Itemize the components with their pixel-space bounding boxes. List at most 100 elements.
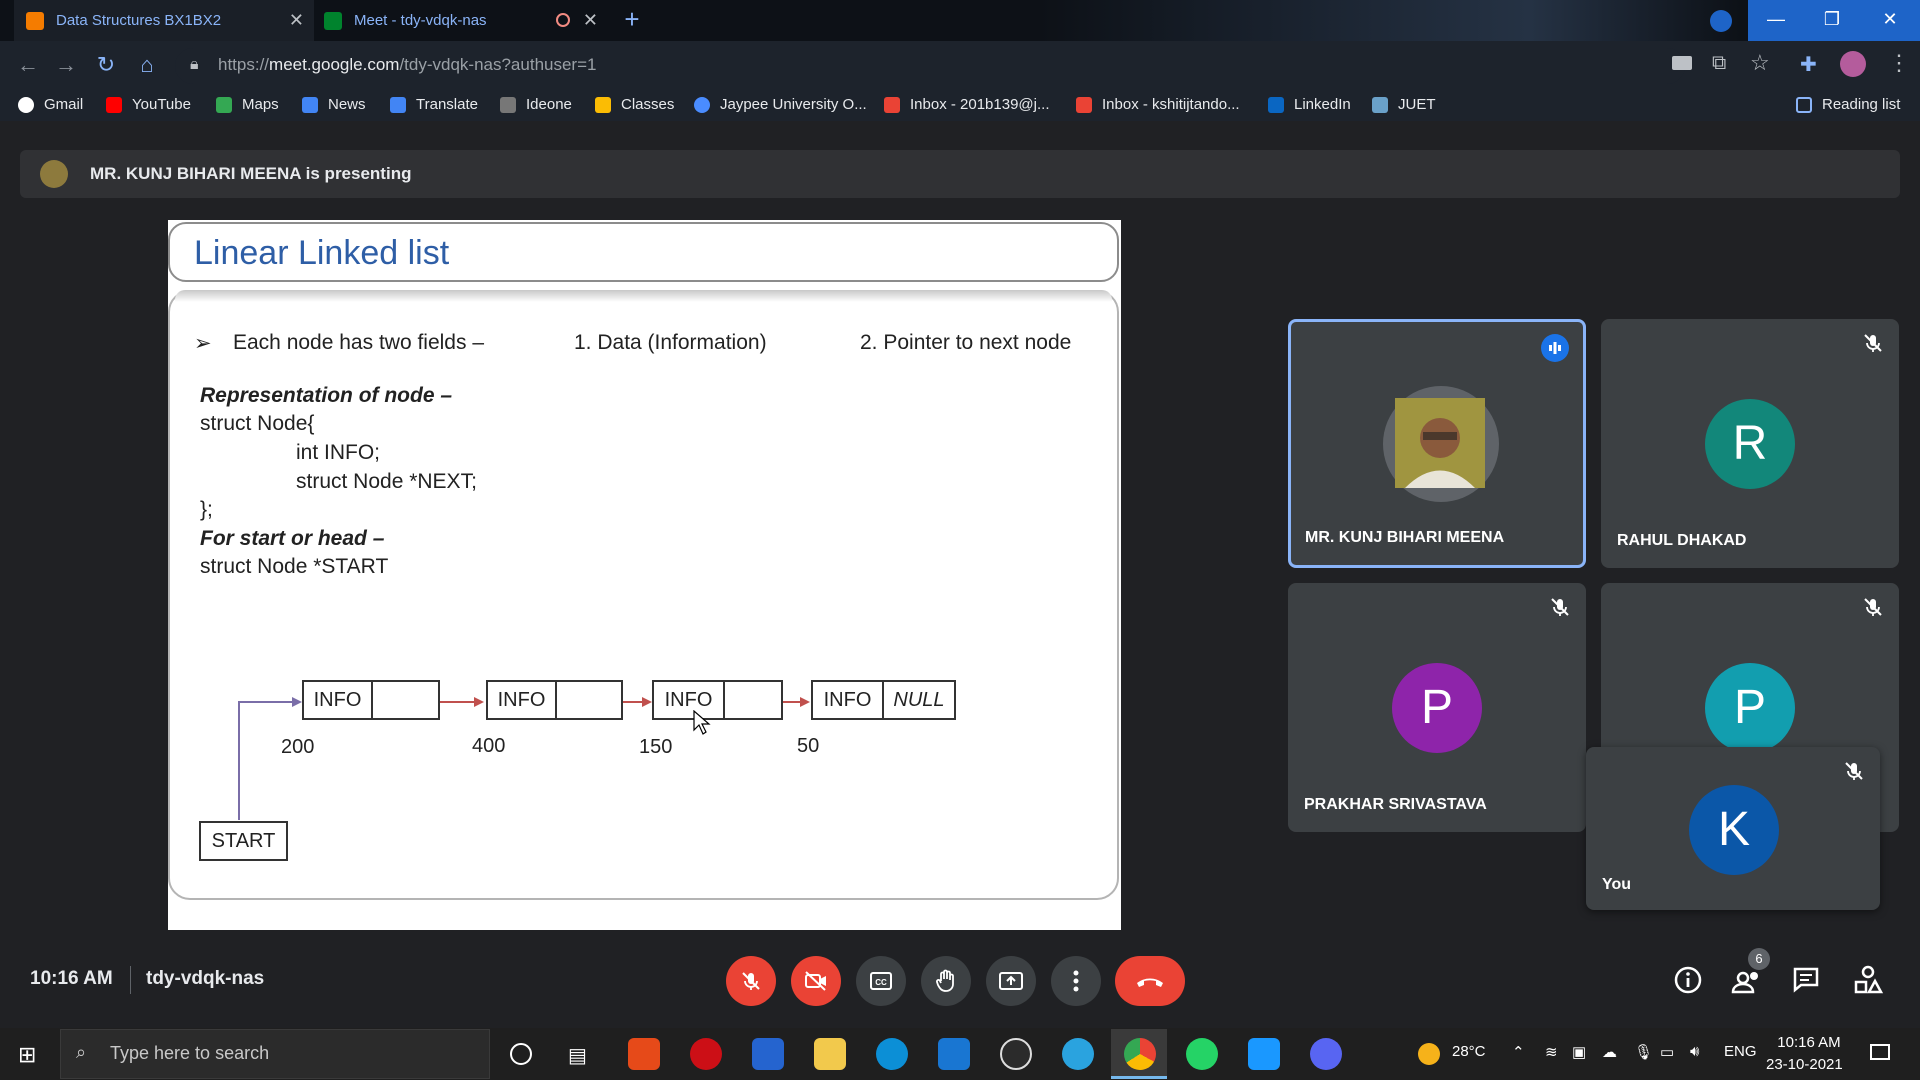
bookmark-news[interactable]: News [302, 96, 366, 113]
news-icon [302, 96, 318, 113]
lock-icon[interactable]: 🔒︎ [190, 56, 199, 74]
maps-icon [216, 96, 232, 113]
prime-video-icon[interactable] [1248, 1038, 1280, 1070]
camera-off-icon [805, 971, 826, 991]
mic-off-icon [1864, 334, 1882, 352]
bookmark-inbox-1[interactable]: Inbox - 201b139@j... [884, 96, 1049, 113]
linkedin-icon [1268, 96, 1284, 113]
task-view-icon[interactable]: ▤ [568, 1043, 587, 1068]
windows-start-icon[interactable]: ⊞ [18, 1042, 36, 1068]
present-icon [999, 972, 1023, 990]
todo-icon[interactable] [752, 1038, 784, 1070]
whatsapp-icon[interactable] [1186, 1038, 1218, 1070]
tab-search-icon[interactable] [1710, 10, 1732, 32]
bookmark-label: Ideone [526, 96, 572, 113]
bookmark-juet[interactable]: JUET [1372, 96, 1436, 113]
reading-list[interactable]: Reading list [1796, 96, 1900, 113]
discord-icon[interactable] [1310, 1038, 1342, 1070]
search-icon: ⌕ [76, 1042, 87, 1062]
volume-icon[interactable]: 🔊︎ [1690, 1043, 1699, 1060]
clock-time[interactable]: 10:16 AM [1776, 1034, 1842, 1051]
node-next-cell [555, 680, 623, 720]
weather-sun-icon[interactable] [1418, 1043, 1440, 1065]
bookmark-classes[interactable]: Classes [595, 96, 674, 113]
meeting-info-icon[interactable] [1672, 962, 1704, 998]
onedrive-icon[interactable]: ☁ [1602, 1043, 1617, 1061]
bookmark-translate[interactable]: Translate [390, 96, 478, 113]
present-screen-button[interactable] [986, 956, 1036, 1006]
bookmark-jaypee[interactable]: Jaypee University O... [694, 96, 867, 113]
captions-button[interactable]: CC [856, 956, 906, 1006]
close-window-button[interactable]: ✕ [1860, 0, 1920, 41]
mail-icon[interactable] [938, 1038, 970, 1070]
network-icon[interactable]: ≋ [1545, 1043, 1558, 1061]
forward-icon[interactable]: → [52, 51, 80, 79]
clock-date[interactable]: 23-10-2021 [1766, 1056, 1843, 1073]
raise-hand-button[interactable] [921, 956, 971, 1006]
bookmark-star-icon[interactable]: ☆ [1750, 50, 1770, 76]
url-path: /tdy-vdqk-nas?authuser=1 [399, 55, 597, 74]
mic-toggle-button[interactable] [726, 956, 776, 1006]
participant-tile[interactable]: P PRAKHAR SRIVASTAVA [1288, 583, 1586, 832]
chat-icon[interactable] [1790, 962, 1822, 998]
open-in-new-icon[interactable]: ⧉ [1712, 52, 1726, 75]
bookmark-label: News [328, 96, 366, 113]
camera-toggle-button[interactable] [791, 956, 841, 1006]
bookmark-inbox-2[interactable]: Inbox - kshitijtando... [1076, 96, 1240, 113]
camera-in-use-icon[interactable] [1672, 56, 1692, 70]
url-host: meet.google.com [269, 55, 400, 74]
self-view-tile[interactable]: K You [1586, 747, 1880, 910]
tab-title: Meet - tdy-vdqk-nas [354, 12, 487, 29]
bookmark-maps[interactable]: Maps [216, 96, 279, 113]
bookmark-label: Inbox - 201b139@j... [910, 96, 1050, 113]
activities-icon[interactable] [1852, 962, 1884, 998]
node-next-cell [723, 680, 783, 720]
bookmark-ideone[interactable]: Ideone [500, 96, 572, 113]
restore-button[interactable]: ❐ [1804, 0, 1860, 41]
tab-data-structures[interactable]: Data Structures BX1BX2 ✕ [14, 0, 314, 41]
bookmark-youtube[interactable]: YouTube [106, 96, 191, 113]
show-hidden-icons[interactable]: ⌃ [1512, 1043, 1525, 1061]
new-tab-icon[interactable]: + [620, 6, 644, 32]
close-tab-icon[interactable]: ✕ [289, 10, 304, 31]
extensions-icon[interactable]: ✚ [1800, 52, 1817, 77]
field-pointer: 2. Pointer to next node [860, 331, 1072, 354]
weather-temp[interactable]: 28°C [1452, 1043, 1486, 1060]
edge-icon[interactable] [876, 1038, 908, 1070]
bookmark-linkedin[interactable]: LinkedIn [1268, 96, 1351, 113]
notifications-icon[interactable] [1870, 1044, 1890, 1060]
minimize-button[interactable]: — [1748, 0, 1804, 41]
opera-icon[interactable] [690, 1038, 722, 1070]
translate-icon [390, 96, 406, 113]
leave-call-button[interactable] [1115, 956, 1185, 1006]
battery-icon[interactable]: ▭ [1660, 1043, 1674, 1061]
reload-icon[interactable]: ↻ [92, 51, 120, 79]
file-explorer-icon[interactable] [814, 1038, 846, 1070]
meet-favicon-icon [324, 11, 342, 30]
more-options-button[interactable] [1051, 956, 1101, 1006]
menu-kebab-icon[interactable]: ⋮ [1888, 50, 1910, 76]
dell-icon[interactable] [1000, 1038, 1032, 1070]
tab-title: Data Structures BX1BX2 [56, 12, 222, 29]
more-vert-icon [1073, 970, 1079, 992]
office-icon[interactable] [628, 1038, 660, 1070]
chrome-icon[interactable] [1124, 1038, 1156, 1070]
meet-now-icon[interactable]: ▣ [1572, 1043, 1586, 1061]
home-icon[interactable]: ⌂ [133, 51, 161, 79]
participant-tile[interactable]: R RAHUL DHAKAD [1601, 319, 1899, 568]
close-tab-icon[interactable]: ✕ [583, 10, 598, 31]
cortana-icon[interactable] [510, 1043, 532, 1065]
profile-avatar[interactable] [1840, 51, 1866, 77]
language-indicator[interactable]: ENG [1724, 1043, 1757, 1060]
telegram-icon[interactable] [1062, 1038, 1094, 1070]
mic-tray-icon[interactable]: 🎙︎ [1634, 1043, 1653, 1061]
back-icon[interactable]: ← [14, 51, 42, 79]
active-indicator [1111, 1076, 1167, 1079]
call-end-icon [1137, 978, 1163, 987]
tab-meet[interactable]: Meet - tdy-vdqk-nas ✕ [318, 0, 608, 41]
participant-tile[interactable]: MR. KUNJ BIHARI MEENA [1288, 319, 1586, 568]
reading-list-icon [1796, 96, 1812, 113]
bookmark-gmail[interactable]: Gmail [18, 96, 83, 113]
node-address: 400 [472, 735, 506, 757]
url-text[interactable]: https://meet.google.com/tdy-vdqk-nas?aut… [218, 55, 596, 75]
